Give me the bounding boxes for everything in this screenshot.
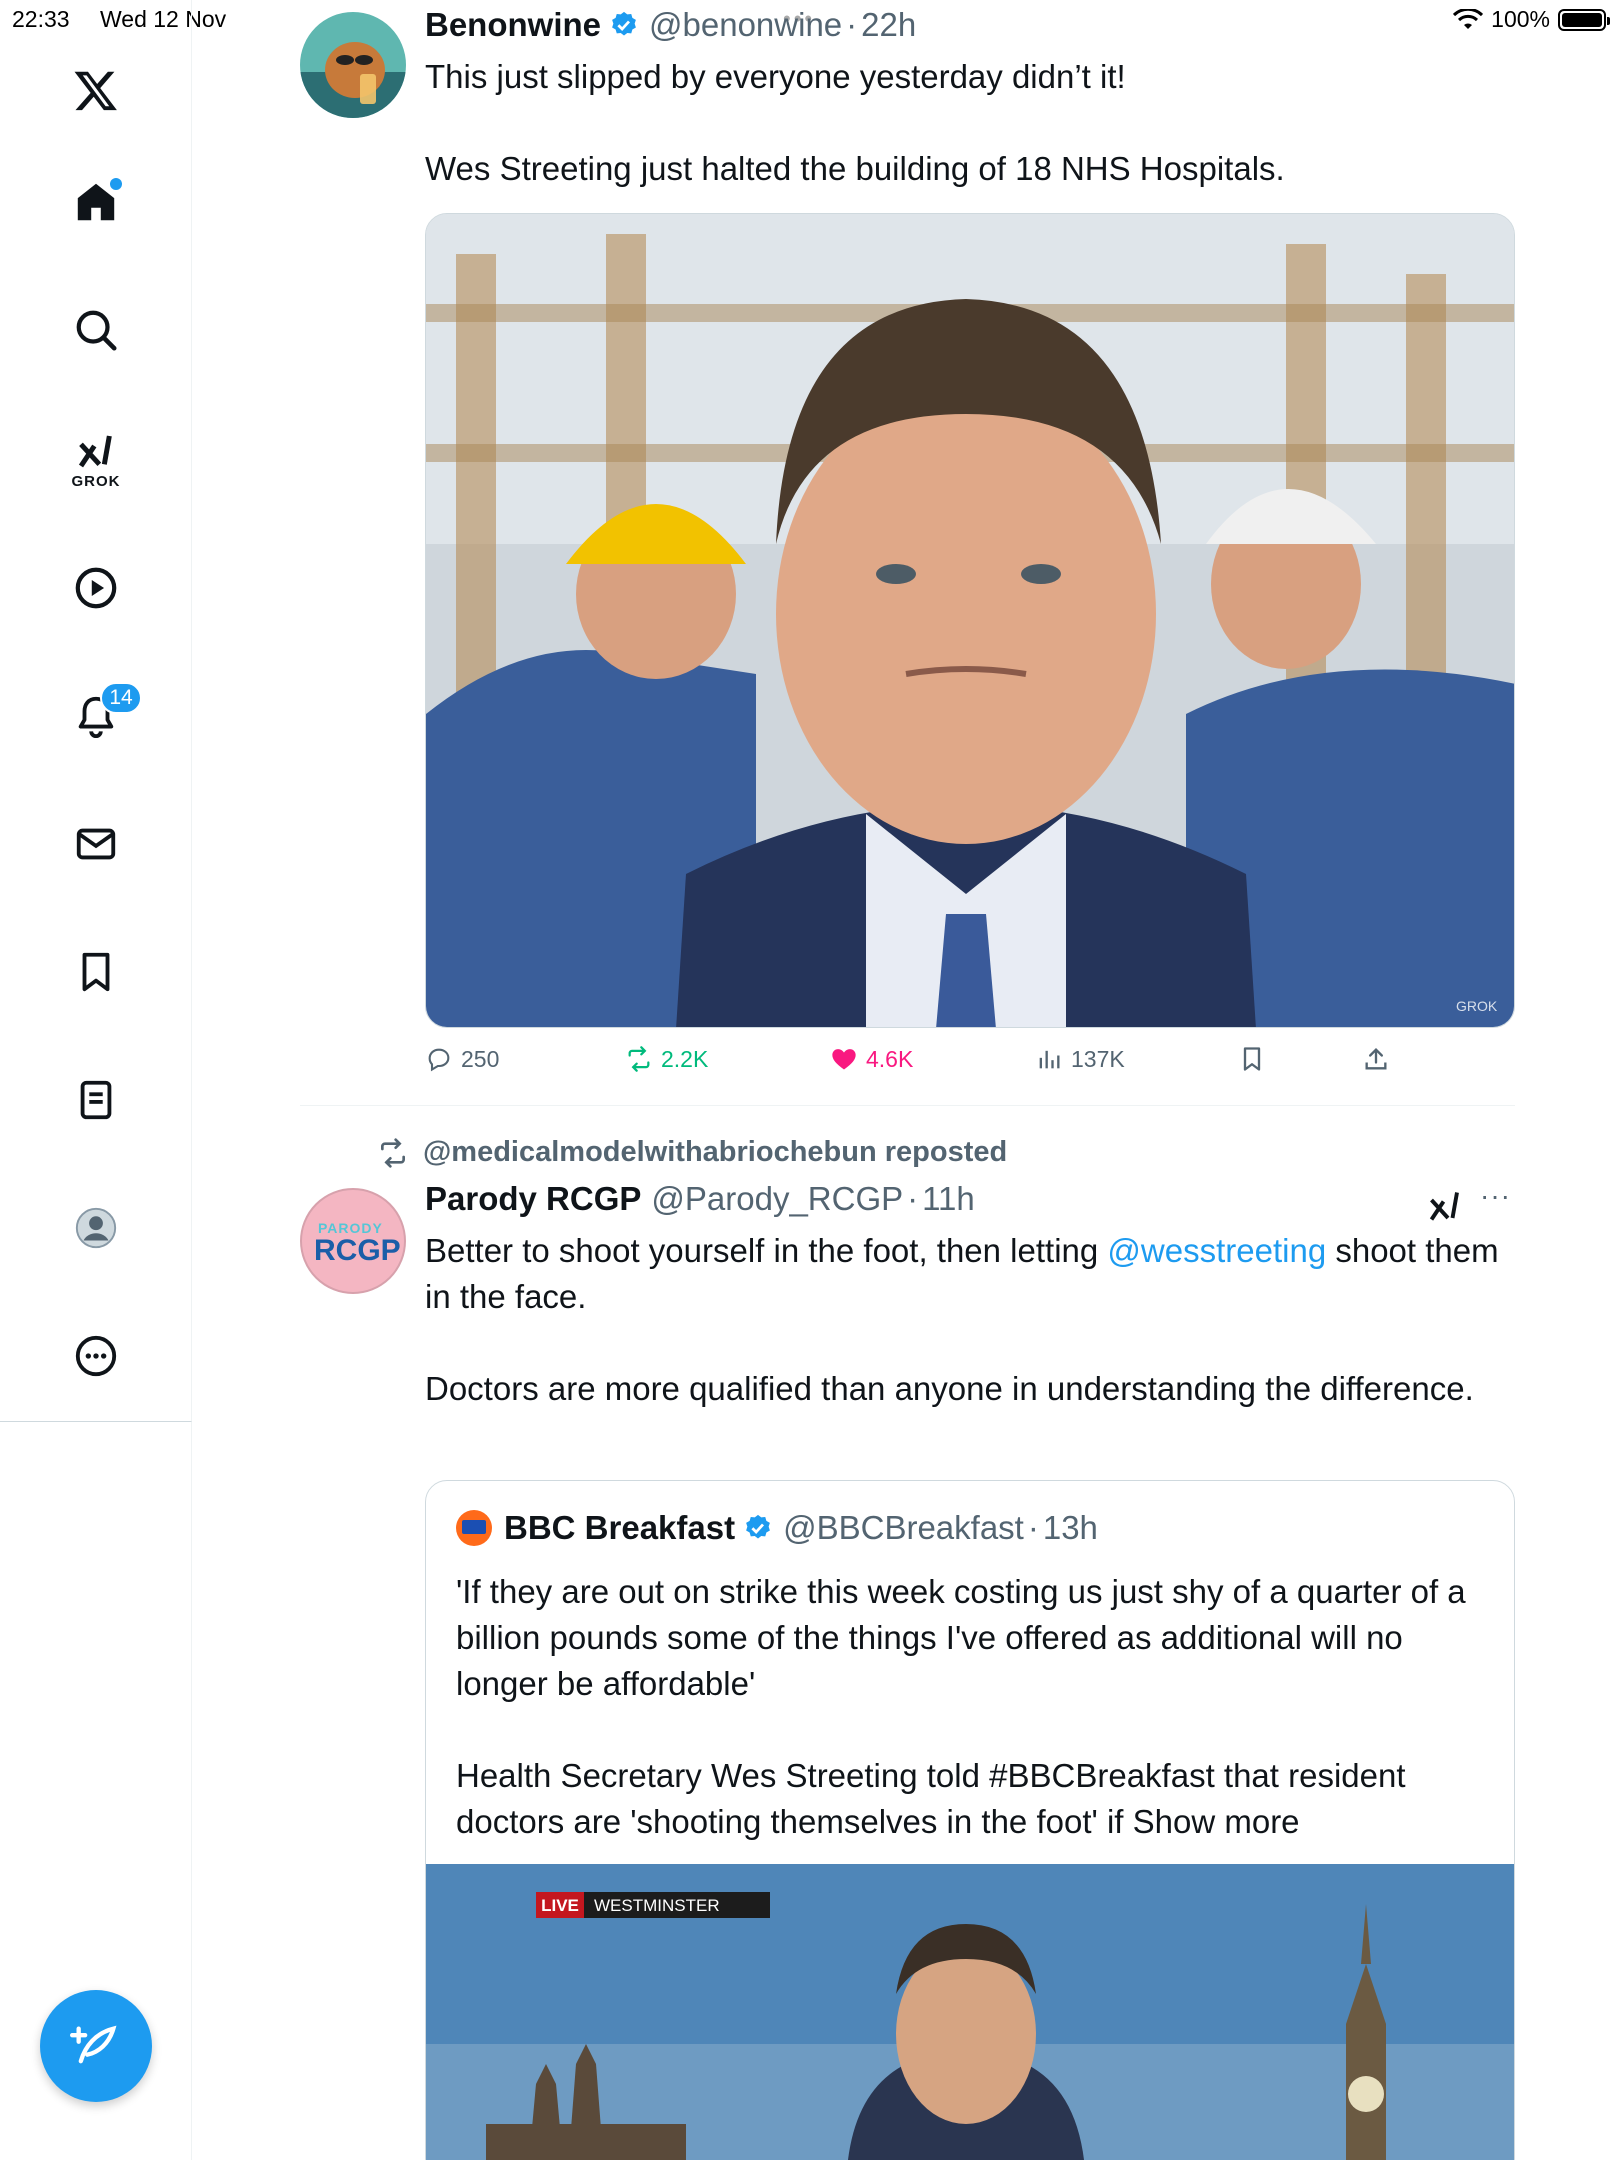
home-unread-dot (110, 178, 122, 190)
more-icon[interactable] (60, 1320, 132, 1392)
avatar[interactable] (300, 12, 406, 118)
tweet-text: Better to shoot yourself in the foot, th… (425, 1228, 1515, 1412)
play-icon[interactable] (60, 552, 132, 624)
profile-icon[interactable] (60, 1192, 132, 1264)
reply-count: 250 (461, 1045, 500, 1072)
analytics-icon (1039, 1050, 1060, 1069)
quoted-handle[interactable]: @BBCBreakfast (783, 1509, 1024, 1547)
location-label: WESTMINSTER (594, 1896, 720, 1915)
tweet-image[interactable]: GROK (425, 213, 1515, 1028)
separator: · (907, 1180, 919, 1217)
repost-icon (628, 1046, 650, 1072)
views-button[interactable]: 137K (1035, 1045, 1125, 1073)
handle[interactable]: @benonwine (649, 6, 842, 44)
notification-badge: 14 (100, 682, 142, 714)
home-icon[interactable] (60, 166, 132, 238)
quoted-avatar[interactable] (456, 1510, 492, 1546)
tweet-header: Parody RCGP @Parody_RCGP · 11h (425, 1180, 975, 1218)
timestamp[interactable]: 22h (861, 6, 916, 44)
share-button[interactable] (1362, 1045, 1390, 1073)
tweet-actions: 250 2.2K 4.6K 137K (425, 1045, 1515, 1085)
quoted-tweet-text: 'If they are out on strike this week cos… (456, 1573, 1466, 1840)
bell-icon[interactable]: 14 (60, 680, 142, 752)
like-count: 4.6K (866, 1045, 914, 1072)
live-label: LIVE (541, 1896, 579, 1915)
tweet-text: This just slipped by everyone yesterday … (425, 58, 1285, 187)
display-name[interactable]: Parody RCGP (425, 1180, 641, 1218)
display-name[interactable]: Benonwine (425, 6, 601, 44)
grok-watermark: GROK (1456, 998, 1498, 1014)
quoted-display-name[interactable]: BBC Breakfast (504, 1509, 735, 1547)
handle[interactable]: @Parody_RCGP (651, 1180, 903, 1218)
separator: · (846, 6, 858, 43)
bookmark-icon (1243, 1047, 1261, 1071)
quoted-tweet[interactable]: BBC Breakfast @BBCBreakfast · 13h 'If th… (425, 1480, 1515, 2160)
tweet-text-start: Better to shoot yourself in the foot, th… (425, 1232, 1108, 1269)
timeline: Benonwine @benonwine · 22h This just sli… (192, 0, 1620, 2160)
repost-icon (381, 1137, 405, 1168)
bookmark-button[interactable] (1238, 1045, 1266, 1073)
like-button[interactable]: 4.6K (830, 1045, 913, 1073)
quoted-tweet-header: BBC Breakfast @BBCBreakfast · 13h (456, 1509, 1098, 1547)
divider (300, 1105, 1515, 1106)
reply-icon (428, 1048, 450, 1072)
bookmark-icon[interactable] (60, 936, 132, 1008)
separator: · (1027, 1509, 1039, 1546)
verified-badge-icon (612, 11, 636, 36)
grok-action-icon[interactable] (1427, 1188, 1463, 1229)
reply-button[interactable]: 250 (425, 1045, 499, 1073)
tweet-header: Benonwine @benonwine · 22h (425, 6, 916, 44)
avatar[interactable]: PARODY RCGP (300, 1188, 406, 1294)
grok-label: GROK (71, 472, 121, 490)
view-count: 137K (1071, 1045, 1125, 1072)
mention-link[interactable]: @wesstreeting (1107, 1232, 1326, 1269)
x-logo-icon[interactable] (60, 54, 132, 126)
repost-button[interactable]: 2.2K (625, 1045, 708, 1073)
list-icon[interactable] (60, 1064, 132, 1136)
timestamp[interactable]: 11h (922, 1180, 975, 1218)
heart-icon (832, 1049, 856, 1070)
grok-icon[interactable]: GROK (60, 418, 132, 502)
reposted-by: @medicalmodelwithabriochebun reposted (423, 1136, 1008, 1168)
mail-icon[interactable] (60, 808, 132, 880)
repost-count: 2.2K (661, 1045, 709, 1072)
verified-badge-icon (746, 1514, 770, 1539)
social-context[interactable]: @medicalmodelwithabriochebun reposted (377, 1136, 1007, 1169)
more-options-icon[interactable]: ··· (1480, 1180, 1511, 1212)
share-icon (1365, 1048, 1387, 1070)
search-icon[interactable] (60, 294, 132, 366)
sidebar: GROK 14 (0, 0, 192, 1422)
quoted-timestamp[interactable]: 13h (1043, 1509, 1098, 1547)
quoted-tweet-image[interactable]: LIVE WESTMINSTER (426, 1864, 1514, 2160)
tweet[interactable]: Benonwine @benonwine · 22h This just sli… (300, 0, 1515, 1105)
compose-icon (70, 2025, 117, 2064)
compose-button[interactable] (40, 1990, 152, 2102)
avatar-rcgp: RCGP (314, 1234, 401, 1267)
